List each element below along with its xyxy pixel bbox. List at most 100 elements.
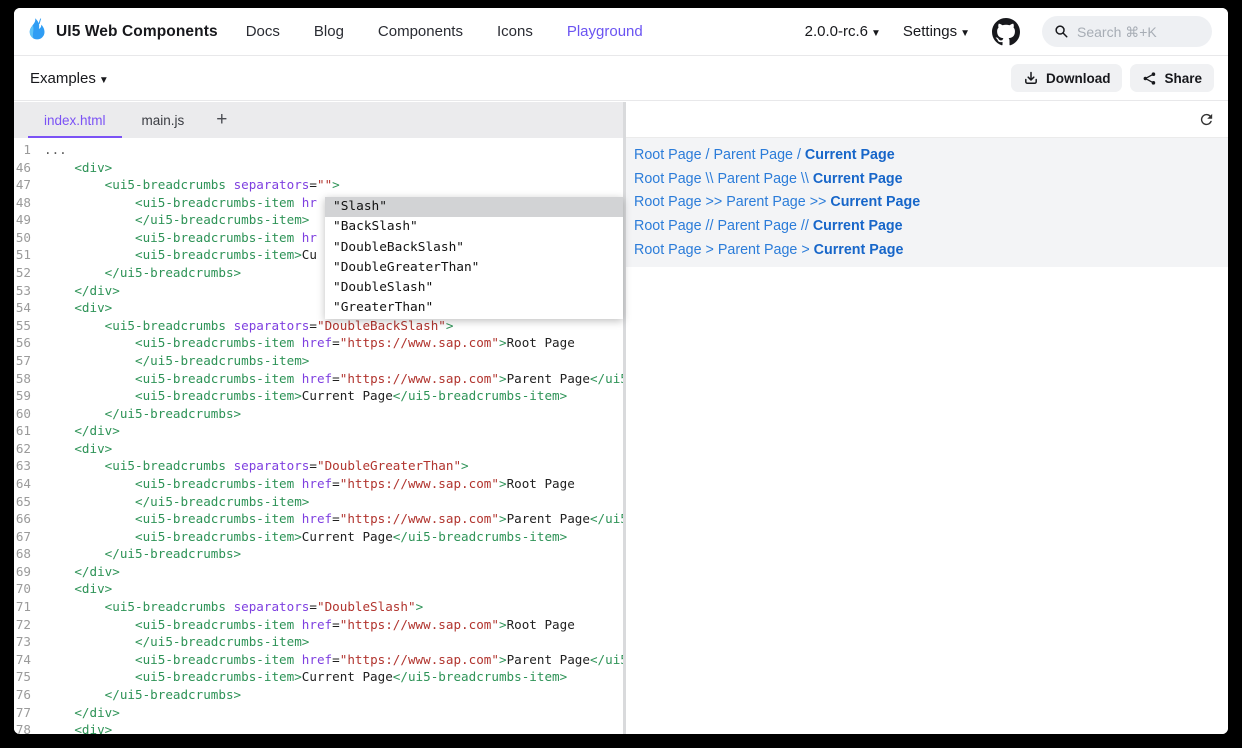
search-input[interactable] [1077,24,1192,40]
code-line[interactable]: 75 <ui5-breadcrumbs-item>Current Page</u… [14,668,623,686]
breadcrumb-link[interactable]: Parent Page [717,218,797,234]
code-text: </div> [44,563,623,581]
breadcrumb-separator: \\ [702,171,718,187]
code-text: </ui5-breadcrumbs> [44,686,623,704]
tab-index-html[interactable]: index.html [26,102,124,138]
code-line[interactable]: 46 <div> [14,159,623,177]
github-icon[interactable] [992,18,1020,46]
autocomplete-option[interactable]: "DoubleGreaterThan" [325,258,623,278]
code-line[interactable]: 74 <ui5-breadcrumbs-item href="https://w… [14,651,623,669]
breadcrumb-link[interactable]: Parent Page [713,147,793,163]
code-line[interactable]: 62 <div> [14,440,623,458]
line-number: 73 [14,633,44,651]
autocomplete-option[interactable]: "DoubleSlash" [325,278,623,298]
code-line[interactable]: 1... [14,141,623,159]
line-number: 57 [14,352,44,370]
code-line[interactable]: 57 </ui5-breadcrumbs-item> [14,352,623,370]
code-line[interactable]: 69 </div> [14,563,623,581]
breadcrumb-link[interactable]: Parent Page [717,171,797,187]
autocomplete-option[interactable]: "BackSlash" [325,217,623,237]
brand-title: UI5 Web Components [56,23,218,41]
code-text: </ui5-breadcrumbs-item> [44,493,623,511]
version-menu[interactable]: 2.0.0-rc.6▼ [805,23,881,40]
code-line[interactable]: 78 <div> [14,721,623,734]
preview-canvas: Root Page / Parent Page / Current PageRo… [626,138,1228,267]
breadcrumb-current-page: Current Page [813,171,903,187]
code-text: </ui5-breadcrumbs-item> [44,352,623,370]
breadcrumb-link[interactable]: Parent Page [718,242,798,258]
code-text: <ui5-breadcrumbs-item href="https://www.… [44,475,623,493]
nav-item-docs[interactable]: Docs [246,23,280,40]
breadcrumb-link[interactable]: Root Page [634,194,702,210]
autocomplete-option[interactable]: "GreaterThan" [325,298,623,318]
code-line[interactable]: 76 </ui5-breadcrumbs> [14,686,623,704]
code-line[interactable]: 73 </ui5-breadcrumbs-item> [14,633,623,651]
code-line[interactable]: 47 <ui5-breadcrumbs separators=""> [14,176,623,194]
app-window: UI5 Web Components Docs Blog Components Ico… [14,8,1228,734]
autocomplete-option[interactable]: "Slash" [325,197,623,217]
header-nav: Docs Blog Components Icons Playground [246,23,643,40]
line-number: 48 [14,194,44,212]
brand[interactable]: UI5 Web Components [22,17,218,47]
breadcrumb: Root Page // Parent Page // Current Page [634,214,1228,238]
code-line[interactable]: 77 </div> [14,704,623,722]
code-line[interactable]: 59 <ui5-breadcrumbs-item>Current Page</u… [14,387,623,405]
nav-item-icons[interactable]: Icons [497,23,533,40]
line-number: 69 [14,563,44,581]
nav-item-blog[interactable]: Blog [314,23,344,40]
breadcrumb-link[interactable]: Root Page [634,171,702,187]
breadcrumb-link[interactable]: Root Page [634,218,702,234]
search-box[interactable] [1042,16,1212,47]
code-line[interactable]: 55 <ui5-breadcrumbs separators="DoubleBa… [14,317,623,335]
breadcrumb-separator: > [797,242,813,258]
autocomplete-option[interactable]: "DoubleBackSlash" [325,238,623,258]
editor-tabbar: index.html main.js + [14,102,623,138]
line-number: 64 [14,475,44,493]
nav-item-components[interactable]: Components [378,23,463,40]
screenshot-frame: UI5 Web Components Docs Blog Components Ico… [0,0,1242,748]
download-icon [1023,70,1039,86]
examples-dropdown[interactable]: Examples▼ [30,70,109,87]
code-line[interactable]: 72 <ui5-breadcrumbs-item href="https://w… [14,616,623,634]
share-icon [1142,71,1157,86]
preview-pane: Root Page / Parent Page / Current PageRo… [626,102,1228,734]
line-number: 70 [14,580,44,598]
line-number: 72 [14,616,44,634]
line-number: 55 [14,317,44,335]
chevron-down-icon: ▼ [99,75,109,86]
share-button[interactable]: Share [1130,64,1214,92]
code-line[interactable]: 63 <ui5-breadcrumbs separators="DoubleGr… [14,457,623,475]
code-line[interactable]: 66 <ui5-breadcrumbs-item href="https://w… [14,510,623,528]
line-number: 47 [14,176,44,194]
breadcrumb-separator: // [797,218,813,234]
code-line[interactable]: 71 <ui5-breadcrumbs separators="DoubleSl… [14,598,623,616]
code-text: <ui5-breadcrumbs separators="DoubleGreat… [44,457,623,475]
code-line[interactable]: 68 </ui5-breadcrumbs> [14,545,623,563]
code-text: <div> [44,721,623,734]
add-tab-button[interactable]: + [202,102,241,138]
refresh-icon[interactable] [1198,111,1215,128]
code-line[interactable]: 58 <ui5-breadcrumbs-item href="https://w… [14,370,623,388]
ui5-flame-logo-icon [22,17,48,47]
code-line[interactable]: 67 <ui5-breadcrumbs-item>Current Page</u… [14,528,623,546]
code-line[interactable]: 56 <ui5-breadcrumbs-item href="https://w… [14,334,623,352]
code-line[interactable]: 70 <div> [14,580,623,598]
tab-main-js[interactable]: main.js [124,102,203,138]
breadcrumb-link[interactable]: Parent Page [726,194,806,210]
line-number: 78 [14,721,44,734]
code-line[interactable]: 65 </ui5-breadcrumbs-item> [14,493,623,511]
line-number: 63 [14,457,44,475]
code-line[interactable]: 61 </div> [14,422,623,440]
download-button[interactable]: Download [1011,64,1123,92]
breadcrumb-link[interactable]: Root Page [634,147,702,163]
line-number: 52 [14,264,44,282]
code-text: </div> [44,422,623,440]
settings-menu[interactable]: Settings▼ [903,23,970,40]
line-number: 54 [14,299,44,317]
breadcrumb-link[interactable]: Root Page [634,242,702,258]
code-line[interactable]: 60 </ui5-breadcrumbs> [14,405,623,423]
code-text: <ui5-breadcrumbs-item href="https://www.… [44,616,623,634]
code-line[interactable]: 64 <ui5-breadcrumbs-item href="https://w… [14,475,623,493]
code-text: <ui5-breadcrumbs-item>Current Page</ui5-… [44,668,623,686]
nav-item-playground[interactable]: Playground [567,23,643,40]
